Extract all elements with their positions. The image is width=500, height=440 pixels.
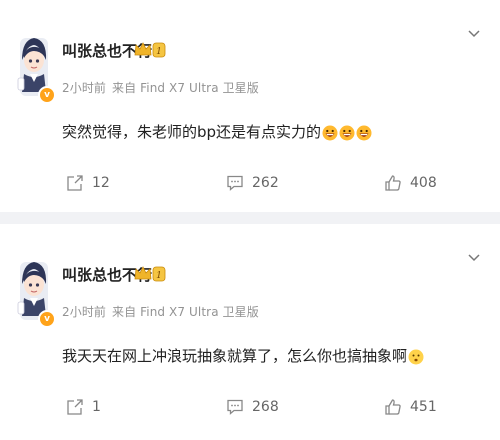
repost-icon [67,399,83,415]
post-source: 来自 Find X7 Ultra 卫星版 [112,305,259,319]
post-content: 我天天在网上冲浪玩抽象就算了，怎么你也搞抽象啊 [62,345,424,366]
post-source: 来自 Find X7 Ultra 卫星版 [112,81,259,95]
thumbs-up-icon [385,399,401,415]
member-level: 1 [156,271,162,281]
repost-icon [67,175,83,191]
post-time: 2小时前 [62,305,107,319]
post-actions: 1 268 451 [0,392,500,422]
thumbs-up-icon [385,175,401,191]
comment-button[interactable]: 268 [226,392,279,422]
grin-emoji-icon [322,125,338,140]
post-content: 突然觉得，朱老师的bp还是有点实力的 [62,121,372,142]
grin-emoji-icon [356,125,372,140]
comment-button[interactable]: 262 [226,168,279,198]
post-meta: 2小时前 来自 Find X7 Ultra 卫星版 [62,79,265,96]
chevron-down-icon[interactable] [468,254,480,262]
like-button[interactable]: 408 [384,168,437,198]
member-level: 1 [156,47,162,57]
comment-icon [227,175,243,191]
weibo-post: v 叫张总也不行 1 2小时前 来自 Find X7 Ultra 卫星版 突然觉得… [0,0,500,212]
post-text: 突然觉得，朱老师的bp还是有点实力的 [62,123,322,141]
like-count: 408 [410,175,437,191]
verified-badge-icon: v [38,86,56,104]
like-button[interactable]: 451 [384,392,437,422]
comment-count: 262 [252,175,279,191]
surprised-emoji-icon [408,349,424,364]
comment-count: 268 [252,399,279,415]
comment-icon [227,399,243,415]
member-crown-badge-icon: 1 [134,42,166,58]
post-meta: 2小时前 来自 Find X7 Ultra 卫星版 [62,303,265,320]
chevron-down-icon[interactable] [468,30,480,38]
member-crown-badge-icon: 1 [134,266,166,282]
verified-badge-icon: v [38,310,56,328]
repost-count: 12 [92,175,110,191]
repost-button[interactable]: 1 [66,392,101,422]
post-time: 2小时前 [62,81,107,95]
post-text: 我天天在网上冲浪玩抽象就算了，怎么你也搞抽象啊 [62,347,408,365]
grin-emoji-icon [339,125,355,140]
like-count: 451 [410,399,437,415]
post-actions: 12 262 408 [0,168,500,198]
weibo-post: v 叫张总也不行 1 2小时前 来自 Find X7 Ultra 卫星版 我天天在… [0,224,500,440]
repost-count: 1 [92,399,101,415]
repost-button[interactable]: 12 [66,168,110,198]
